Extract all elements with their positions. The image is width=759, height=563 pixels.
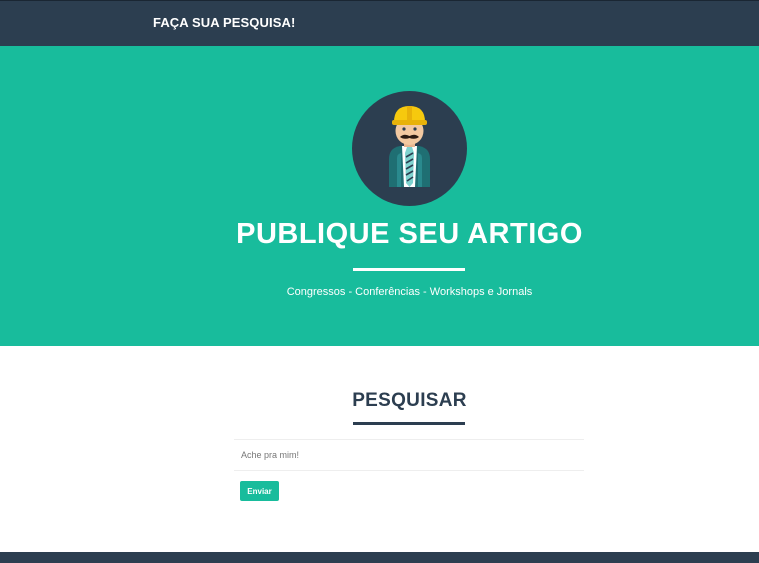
footer-bar [0,552,759,563]
hero-divider [353,268,465,271]
send-button[interactable]: Enviar [240,481,279,501]
top-navbar: FAÇA SUA PESQUISA! [0,0,759,46]
search-divider [353,422,465,425]
search-section-title: PESQUISAR [352,390,467,411]
brand-link[interactable]: FAÇA SUA PESQUISA! [153,15,295,30]
hero-title: PUBLIQUE SEU ARTIGO [236,218,583,250]
hero-subtitle: Congressos - Conferências - Workshops e … [286,286,533,298]
construction-worker-icon [352,91,467,206]
search-input[interactable] [234,439,584,471]
hero-section: PUBLIQUE SEU ARTIGO Congressos - Conferê… [0,46,759,346]
